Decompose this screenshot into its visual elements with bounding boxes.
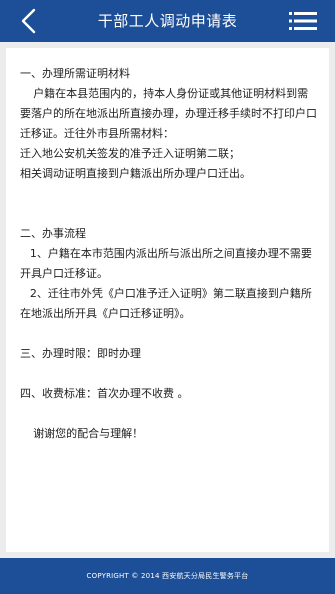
materials-paragraph: 户籍在本县范围内的，持本人身份证或其他证明材料到需要落户的所在地派出所直接办理，… [20,87,317,140]
content-card: 一、办理所需证明材料 户籍在本县范围内的，持本人身份证或其他证明材料到需要落户的… [6,48,329,552]
process-item-1: 1、户籍在本市范围内派出所与派出所之间直接办理不需要开具户口迁移证。 [20,247,312,280]
menu-button[interactable] [289,11,317,31]
materials-item-2: 相关调动证明直接到户籍派出所办理户口迁出。 [20,167,251,180]
materials-title: 一、办理所需证明材料 [20,67,130,80]
thanks-line: 谢谢您的配合与理解！ [33,427,144,440]
fee-standard-line: 四、收费标准：首次办理不收费 。 [20,387,189,400]
hamburger-menu-icon [289,12,317,30]
time-limit-line: 三、办理时限：即时办理 [20,347,141,360]
footer-copyright: COPYRIGHT © 2014 西安航天分局民生警务平台 [0,558,335,594]
process-item-2: 2、迁往市外凭《户口准予迁入证明》第二联直接到户籍所在地派出所开具《户口迁移证明… [20,287,312,320]
back-button[interactable] [16,6,46,36]
process-title: 二、办事流程 [20,227,86,240]
materials-item-1: 迁入地公安机关签发的准予迁入证明第二联； [20,147,240,160]
app-header: 干部工人调动申请表 [0,0,335,42]
chevron-left-icon [21,8,36,34]
page-title: 干部工人调动申请表 [97,12,238,30]
